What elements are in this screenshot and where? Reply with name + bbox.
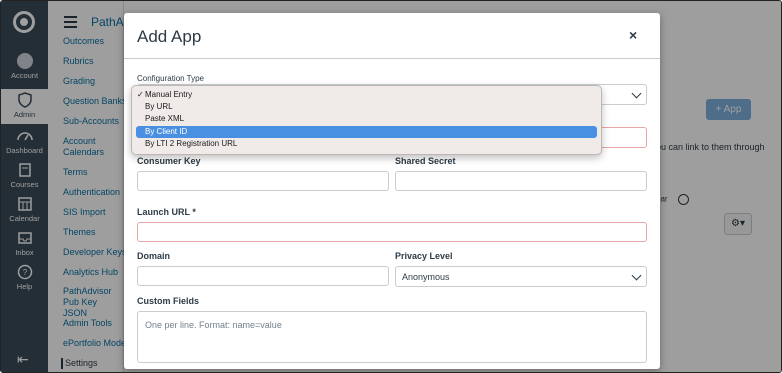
modal-title: Add App <box>137 27 202 46</box>
browser-frame: Account Admin Dashboard Courses Calendar… <box>0 0 782 373</box>
custom-fields-placeholder: One per line. Format: name=value <box>145 320 282 330</box>
dropdown-option-label: By URL <box>145 102 173 111</box>
dropdown-option-by-url[interactable]: By URL <box>136 101 597 113</box>
dropdown-option-label: Manual Entry <box>145 90 193 99</box>
custom-fields-textarea[interactable]: One per line. Format: name=value <box>137 311 647 363</box>
dropdown-option-label: By Client ID <box>145 127 188 136</box>
shared-secret-label: Shared Secret <box>395 156 456 166</box>
custom-fields-label: Custom Fields <box>137 296 200 306</box>
chevron-down-icon <box>631 270 642 281</box>
dropdown-option-label: Paste XML <box>145 114 185 123</box>
dropdown-option-by-lti2-registration-url[interactable]: By LTI 2 Registration URL <box>136 138 597 150</box>
checkmark-icon: ✓ <box>137 90 144 99</box>
consumer-key-label: Consumer Key <box>137 156 201 166</box>
configuration-type-dropdown: ✓ Manual Entry By URL Paste XML By Clien… <box>131 85 602 155</box>
consumer-key-field[interactable] <box>137 171 389 191</box>
privacy-level-label: Privacy Level <box>395 251 453 261</box>
privacy-level-select[interactable]: Anonymous <box>395 266 647 287</box>
domain-field[interactable] <box>137 266 389 286</box>
dropdown-option-manual-entry[interactable]: ✓ Manual Entry <box>136 89 597 101</box>
configuration-type-label: Configuration Type <box>137 74 205 83</box>
chevron-down-icon <box>631 88 642 99</box>
privacy-level-value: Anonymous <box>402 272 450 282</box>
domain-label: Domain <box>137 251 171 261</box>
modal-divider <box>124 58 660 59</box>
shared-secret-field[interactable] <box>395 171 647 191</box>
launch-url-field[interactable] <box>137 222 647 242</box>
dropdown-option-paste-xml[interactable]: Paste XML <box>136 113 597 125</box>
launch-url-label: Launch URL * <box>137 207 196 217</box>
close-icon[interactable]: × <box>629 27 637 43</box>
dropdown-option-by-client-id[interactable]: By Client ID <box>136 126 597 138</box>
add-app-modal: Add App × Configuration Type Consumer Ke… <box>124 13 660 369</box>
dropdown-option-label: By LTI 2 Registration URL <box>145 139 238 148</box>
